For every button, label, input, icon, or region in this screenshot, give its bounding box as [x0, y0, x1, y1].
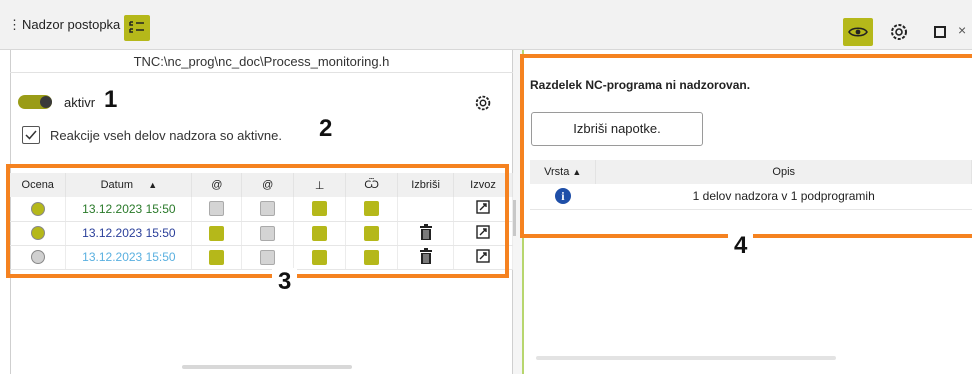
callout-box-3 — [6, 164, 509, 278]
toggle-label: aktivr — [64, 95, 96, 110]
toggle-knob[interactable] — [40, 96, 52, 108]
splitter-handle[interactable] — [513, 200, 516, 236]
list-check-icon[interactable] — [124, 15, 150, 41]
divider — [10, 72, 513, 73]
close-icon[interactable]: × — [958, 22, 966, 38]
eye-icon[interactable] — [843, 18, 873, 46]
gear-icon[interactable] — [888, 21, 910, 43]
callout-1: 1 — [104, 86, 118, 113]
maximize-icon[interactable] — [934, 26, 946, 38]
horizontal-scrollbar[interactable] — [182, 365, 352, 369]
menu-icon[interactable]: ⋮ — [8, 17, 21, 33]
file-path: TNC:\nc_prog\nc_doc\Process_monitoring.h — [133, 54, 390, 69]
callout-4: 4 — [728, 232, 754, 260]
reactions-checkbox[interactable] — [22, 126, 40, 144]
right-scrollbar[interactable] — [536, 356, 836, 360]
settings-gear-icon[interactable] — [473, 93, 493, 113]
callout-3: 3 — [272, 268, 298, 296]
window-title: Nadzor postopka — [22, 17, 121, 32]
checkbox-label: Reakcije vseh delov nadzora so aktivne. — [50, 128, 282, 143]
callout-box-4 — [520, 54, 972, 238]
callout-2: 2 — [319, 115, 333, 142]
